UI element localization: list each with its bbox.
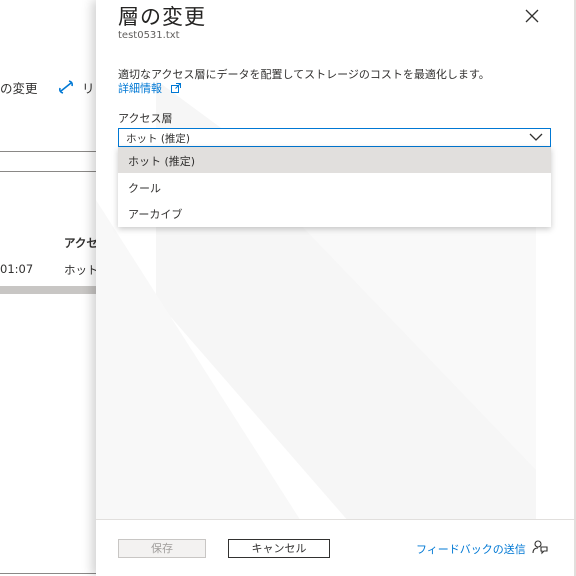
toolbar-rehydrate-button[interactable]: リ (82, 78, 95, 97)
panel-footer: 保存 キャンセル フィードバックの送信 (96, 519, 576, 576)
access-tier-selected-value: ホット (推定) (126, 133, 191, 145)
cell-modified-time: 01:07 (0, 262, 34, 276)
toolbar-change-tier-button[interactable]: の変更 (0, 78, 38, 97)
horizontal-scrollbar[interactable] (0, 286, 96, 294)
link-icon[interactable] (58, 79, 74, 95)
description-text: 適切なアクセス層にデータを配置してストレージのコストを最適化します。 (118, 68, 490, 81)
column-header-access-tier[interactable]: アクセ (64, 235, 98, 251)
table-row[interactable]: 01:07 ホット (0, 255, 99, 283)
option-label: ホット (推定) (128, 155, 196, 168)
option-label: アーカイブ (128, 208, 183, 221)
cell-access-tier: ホット (64, 263, 99, 277)
divider (0, 573, 96, 574)
access-tier-dropdown[interactable]: ホット (推定) (118, 128, 551, 147)
feedback-icon[interactable] (532, 539, 548, 555)
access-tier-label: アクセス層 (118, 112, 173, 125)
panel-title: 層の変更 (118, 5, 206, 29)
option-label: クール (128, 182, 161, 195)
save-button[interactable]: 保存 (118, 539, 206, 558)
option-hot[interactable]: ホット (推定) (118, 147, 551, 173)
chevron-down-icon (529, 133, 543, 141)
background-page: の変更 リ アクセ 01:07 ホット (0, 0, 99, 576)
send-feedback-link[interactable]: フィードバックの送信 (416, 541, 526, 557)
learn-more-label[interactable]: 詳細情報 (118, 82, 162, 95)
close-icon[interactable] (522, 6, 542, 26)
cancel-button[interactable]: キャンセル (228, 539, 330, 558)
external-link-icon (170, 83, 181, 93)
learn-more-link[interactable]: 詳細情報 (118, 80, 181, 96)
filter-input[interactable] (0, 151, 99, 172)
panel-subtitle: test0531.txt (118, 30, 180, 41)
change-tier-panel: 層の変更 test0531.txt 適切なアクセス層にデータを配置してストレージ… (96, 0, 576, 576)
option-archive[interactable]: アーカイブ (118, 200, 551, 226)
access-tier-options: ホット (推定) クール アーカイブ (118, 147, 551, 227)
option-cool[interactable]: クール (118, 174, 551, 200)
